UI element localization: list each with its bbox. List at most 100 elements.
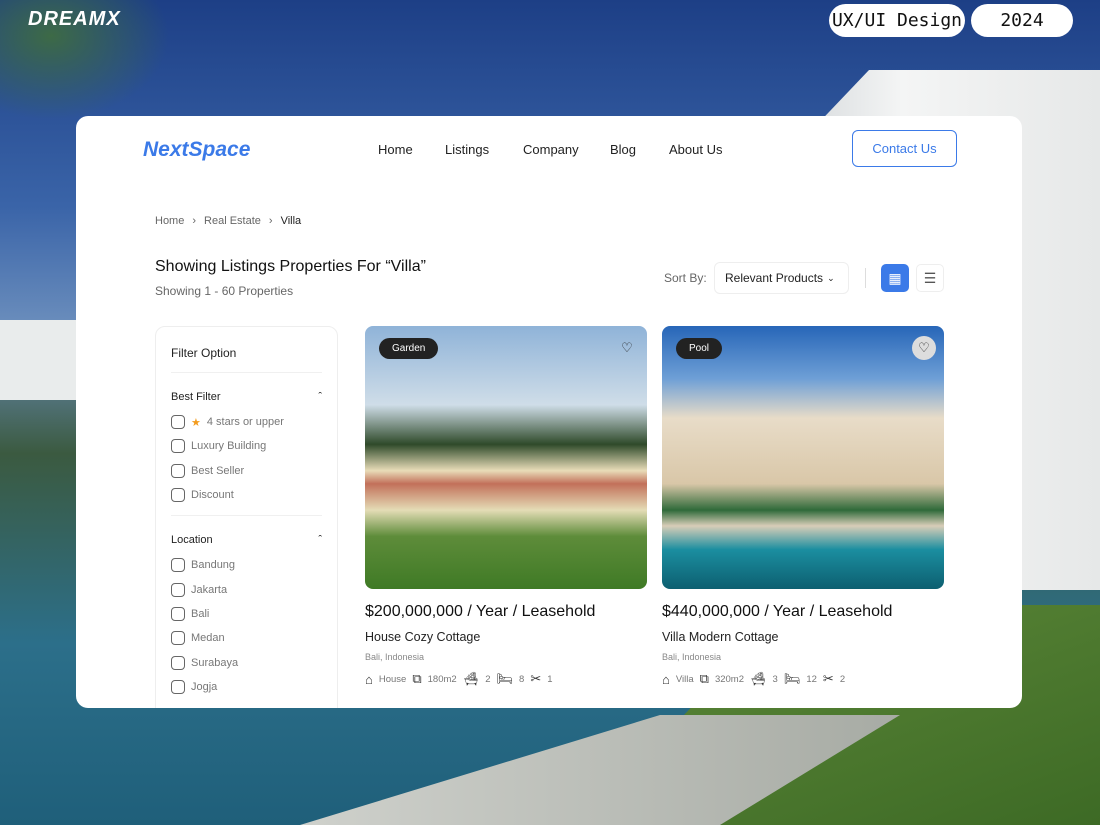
list-view-button[interactable]: ☰ <box>916 264 944 292</box>
property-price: $200,000,000 / Year / Leasehold <box>365 603 647 621</box>
bed-icon: 🛏︎ <box>497 671 514 687</box>
breadcrumb: Home › Real Estate › Villa <box>155 215 301 227</box>
feature-baths: 2 <box>485 674 490 685</box>
tag-pill: UX/UI Design <box>829 4 965 37</box>
checkbox[interactable] <box>171 464 185 478</box>
chevron-up-icon: ˆ <box>318 534 322 546</box>
sort-dropdown[interactable]: Relevant Products ⌄ <box>714 262 849 294</box>
checkbox[interactable] <box>171 439 185 453</box>
chevron-down-icon: ⌄ <box>827 273 835 284</box>
nav-blog[interactable]: Blog <box>610 142 636 157</box>
filter-option[interactable]: Medan <box>171 626 322 650</box>
feature-beds: 8 <box>519 674 524 685</box>
section-title: Location <box>171 534 213 546</box>
checkbox[interactable] <box>171 680 185 694</box>
feature-baths: 3 <box>773 674 778 685</box>
property-features: ⌂ Villa ⧉ 320m2 🛁︎ 3 🛏︎ 12 ✂ 2 <box>662 671 944 687</box>
option-label: Best Seller <box>191 465 244 477</box>
page-title: Showing Listings Properties For “Villa” <box>155 258 426 276</box>
kitchen-icon: ✂ <box>823 671 834 687</box>
nav-about[interactable]: About Us <box>669 142 722 157</box>
house-icon: ⌂ <box>662 672 670 687</box>
year-pill: 2024 <box>971 4 1073 37</box>
property-name[interactable]: House Cozy Cottage <box>365 630 647 644</box>
option-label: Surabaya <box>191 657 238 669</box>
filter-option[interactable]: Discount <box>171 483 322 507</box>
bed-icon: 🛏︎ <box>784 671 801 687</box>
filter-option[interactable]: Bandung <box>171 553 322 577</box>
option-label: Luxury Building <box>191 440 266 452</box>
filter-title: Filter Option <box>171 346 322 373</box>
feature-beds: 12 <box>806 674 817 685</box>
checkbox[interactable] <box>171 558 185 572</box>
property-tag: Garden <box>379 338 438 359</box>
property-image[interactable]: Pool ♡ <box>662 326 944 589</box>
nav-listings[interactable]: Listings <box>445 142 489 157</box>
feature-kitchens: 1 <box>547 674 552 685</box>
crumb-villa: Villa <box>281 215 302 227</box>
feature-area: 320m2 <box>715 674 744 685</box>
nav-home[interactable]: Home <box>378 142 413 157</box>
sort-label: Sort By: <box>664 271 707 285</box>
section-title: Best Filter <box>171 391 221 403</box>
feature-type: Villa <box>676 674 694 685</box>
bathtub-icon: 🛁︎ <box>463 671 480 687</box>
nav-company[interactable]: Company <box>523 142 579 157</box>
property-image[interactable]: Garden ♡ <box>365 326 647 589</box>
chevron-right-icon: › <box>192 215 196 227</box>
checkbox[interactable] <box>171 607 185 621</box>
feature-area: 180m2 <box>428 674 457 685</box>
property-tag: Pool <box>676 338 722 359</box>
property-features: ⌂House ⧉180m2 🛁︎2 🛏︎8 ✂1 <box>365 671 647 687</box>
favorite-heart-icon[interactable]: ♡ <box>615 336 639 360</box>
filter-option[interactable]: Jakarta <box>171 577 322 601</box>
property-price: $440,000,000 / Year / Leasehold <box>662 603 944 621</box>
dreamx-brand: DREAMX <box>28 8 121 31</box>
kitchen-icon: ✂ <box>530 671 541 687</box>
grid-view-button[interactable]: ▦ <box>881 264 909 292</box>
filter-option[interactable]: Bali <box>171 602 322 626</box>
bathtub-icon: 🛁︎ <box>750 671 767 687</box>
crumb-real-estate[interactable]: Real Estate <box>204 215 261 227</box>
checkbox[interactable] <box>171 583 185 597</box>
feature-kitchens: 2 <box>840 674 845 685</box>
option-label: Medan <box>191 632 225 644</box>
option-label: Jogja <box>191 681 217 693</box>
filter-option[interactable]: ★ 4 stars or upper <box>171 410 322 434</box>
logo[interactable]: NextSpace <box>143 138 250 162</box>
option-label: Jakarta <box>191 584 227 596</box>
sort-value: Relevant Products <box>725 271 823 285</box>
section-location[interactable]: Location ˆ <box>171 534 322 546</box>
property-card[interactable]: Pool ♡ $440,000,000 / Year / Leasehold V… <box>662 326 944 687</box>
checkbox[interactable] <box>171 656 185 670</box>
option-label: 4 stars or upper <box>207 416 284 428</box>
property-name[interactable]: Villa Modern Cottage <box>662 630 944 644</box>
results-count: Showing 1 - 60 Properties <box>155 284 293 298</box>
crumb-home[interactable]: Home <box>155 215 184 227</box>
option-label: Bali <box>191 608 209 620</box>
star-icon: ★ <box>191 416 201 429</box>
checkbox[interactable] <box>171 488 185 502</box>
divider <box>171 515 322 516</box>
chevron-up-icon: ˆ <box>318 391 322 403</box>
area-icon: ⧉ <box>412 671 421 687</box>
chevron-right-icon: › <box>269 215 273 227</box>
background-building-left <box>0 320 80 400</box>
filter-option[interactable]: Surabaya <box>171 650 322 674</box>
property-location: Bali, Indonesia <box>365 652 647 662</box>
feature-type: House <box>379 674 406 685</box>
filter-option[interactable]: Best Seller <box>171 459 322 483</box>
property-card[interactable]: Garden ♡ $200,000,000 / Year / Leasehold… <box>365 326 647 687</box>
list-icon: ☰ <box>924 270 937 287</box>
section-best-filter[interactable]: Best Filter ˆ <box>171 391 322 403</box>
checkbox[interactable] <box>171 631 185 645</box>
divider <box>865 268 866 288</box>
filter-option[interactable]: Jogja <box>171 675 322 699</box>
option-label: Discount <box>191 489 234 501</box>
app-window: NextSpace Home Listings Company Blog Abo… <box>76 116 1022 708</box>
area-icon: ⧉ <box>700 671 709 687</box>
contact-button[interactable]: Contact Us <box>852 130 957 167</box>
favorite-heart-icon[interactable]: ♡ <box>912 336 936 360</box>
checkbox[interactable] <box>171 415 185 429</box>
filter-option[interactable]: Luxury Building <box>171 434 322 458</box>
